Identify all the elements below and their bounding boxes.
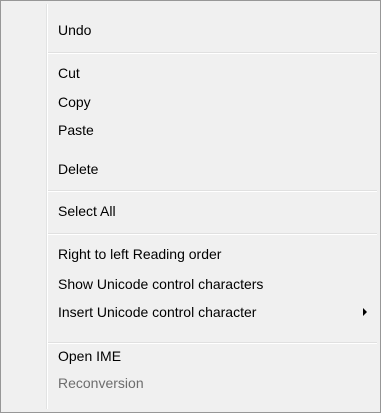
- menu-item-label: Open IME: [58, 348, 122, 364]
- menu-item-insert-unicode-control-character[interactable]: Insert Unicode control character: [4, 299, 377, 325]
- menu-separator: [48, 52, 377, 54]
- menu-item-label: Cut: [58, 65, 80, 81]
- menu-item-copy[interactable]: Copy: [4, 89, 377, 115]
- menu-item-delete[interactable]: Delete: [4, 156, 377, 182]
- menu-separator: [48, 190, 377, 192]
- menu-item-label: Paste: [58, 122, 94, 138]
- menu-item-select-all[interactable]: Select All: [4, 198, 377, 224]
- menu-separator: [48, 233, 377, 235]
- chevron-right-icon: [363, 308, 367, 316]
- context-menu: Undo Cut Copy Paste Delete Select All Ri…: [0, 0, 381, 413]
- menu-item-label: Insert Unicode control character: [58, 304, 257, 320]
- menu-item-label: Reconversion: [58, 375, 144, 391]
- menu-item-label: Show Unicode control characters: [58, 276, 264, 292]
- menu-item-cut[interactable]: Cut: [4, 60, 377, 86]
- menu-item-right-to-left-reading-order[interactable]: Right to left Reading order: [4, 241, 377, 267]
- menu-item-label: Select All: [58, 203, 116, 219]
- menu-item-label: Delete: [58, 161, 99, 177]
- menu-item-reconversion: Reconversion: [4, 370, 377, 396]
- menu-item-paste[interactable]: Paste: [4, 117, 377, 143]
- menu-item-open-ime[interactable]: Open IME: [4, 343, 377, 369]
- menu-item-label: Copy: [58, 94, 91, 110]
- menu-item-undo[interactable]: Undo: [4, 17, 377, 43]
- menu-item-label: Undo: [58, 22, 92, 38]
- menu-item-show-unicode-control-characters[interactable]: Show Unicode control characters: [4, 271, 377, 297]
- menu-item-label: Right to left Reading order: [58, 246, 222, 262]
